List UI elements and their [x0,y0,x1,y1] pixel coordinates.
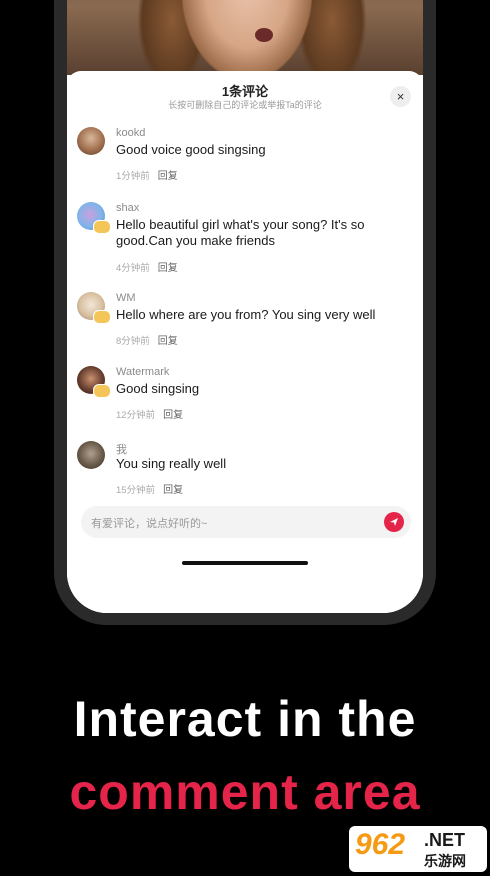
comment-author[interactable]: kookd [116,127,145,139]
close-button[interactable]: × [390,86,411,107]
comment-time: 15分钟前 [116,485,156,496]
comment-text: Good singsing [116,381,200,396]
comment-input-placeholder: 有爱评论，说点好听的~ [91,518,208,530]
home-indicator [182,561,308,565]
comment-text: Good voice good singsing [116,142,266,157]
comment-text: Hello beautiful girl what's your song? I… [116,217,365,248]
reply-button[interactable]: 回复 [158,336,178,347]
comment-sheet: 1条评论 长按可删除自己的评论或举报Ta的评论 × kookd Good voi… [67,71,423,613]
comment-author[interactable]: Watermark [116,366,169,378]
comment-text: Hello where are you from? You sing very … [116,307,376,322]
video-player[interactable] [67,0,423,90]
vip-badge [93,310,111,324]
watermark-net: .NET [424,830,466,850]
comment-author[interactable]: 我 [116,441,127,457]
site-watermark-logo: 962 .NET 乐游网 [349,826,487,872]
vip-badge [93,384,111,398]
video-mouth [255,28,273,42]
avatar[interactable] [77,441,105,469]
comment-author[interactable]: shax [116,202,139,214]
comment-time: 1分钟前 [116,171,150,182]
headline-line-2: comment area [69,764,421,820]
send-button[interactable] [384,512,404,532]
comment-time: 8分钟前 [116,336,150,347]
comment-meta: 4分钟前 回复 [116,259,178,274]
reply-button[interactable]: 回复 [163,485,183,496]
comment-meta: 1分钟前 回复 [116,167,178,182]
avatar[interactable] [77,127,105,155]
reply-button[interactable]: 回复 [158,263,178,274]
comment-meta: 8分钟前 回复 [116,332,178,347]
phone-frame: 1条评论 长按可删除自己的评论或举报Ta的评论 × kookd Good voi… [54,0,436,625]
comment-author[interactable]: WM [116,292,136,304]
reply-button[interactable]: 回复 [163,410,183,421]
reply-button[interactable]: 回复 [158,171,178,182]
phone-screen: 1条评论 长按可删除自己的评论或举报Ta的评论 × kookd Good voi… [67,0,423,613]
comment-time: 12分钟前 [116,410,156,421]
video-face [182,0,312,80]
comment-hint: 长按可删除自己的评论或举报Ta的评论 [168,100,322,110]
comment-meta: 15分钟前 回复 [116,481,183,496]
comment-text: You sing really well [116,456,227,471]
headline-line-1: Interact in the [73,691,417,747]
close-icon: × [396,89,405,104]
comment-input[interactable]: 有爱评论，说点好听的~ [81,506,411,538]
send-icon [390,518,398,526]
comment-time: 4分钟前 [116,263,150,274]
watermark-cn: 乐游网 [424,853,466,869]
watermark-number: 962 [355,828,406,861]
comment-meta: 12分钟前 回复 [116,406,183,421]
vip-badge [93,220,111,234]
